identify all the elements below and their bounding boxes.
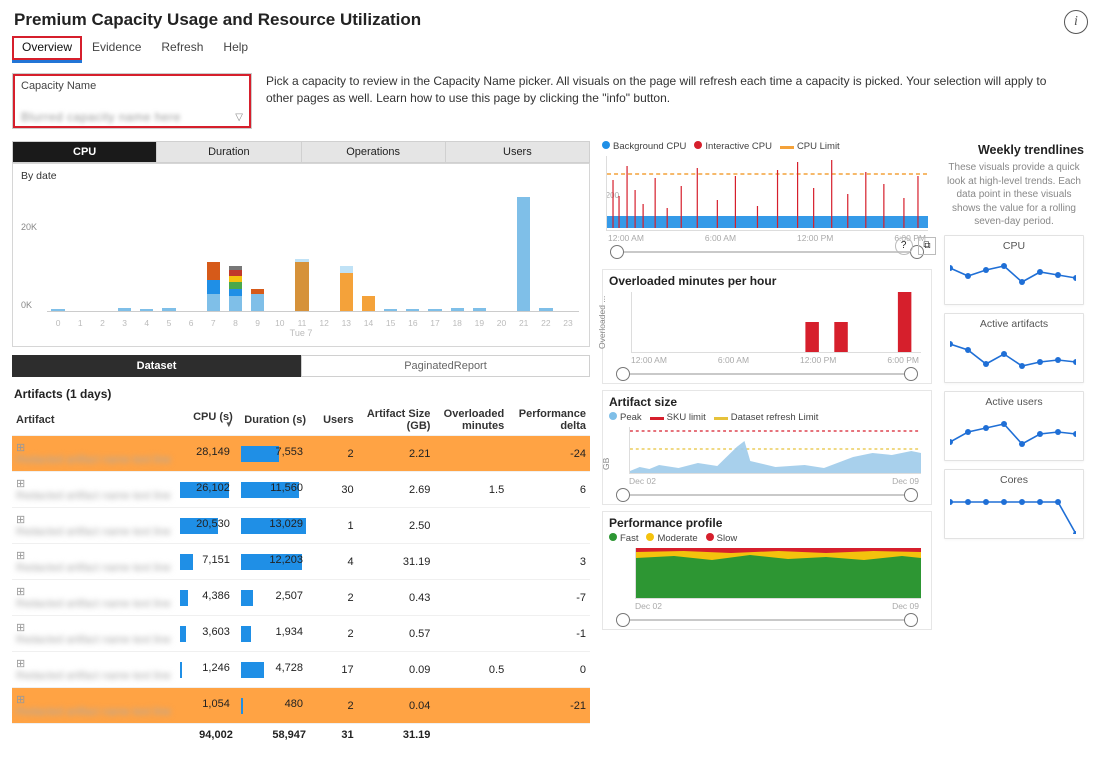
tab-refresh[interactable]: Refresh <box>151 36 213 63</box>
seg-users[interactable]: Users <box>446 142 589 162</box>
capacity-picker-label: Capacity Name <box>21 80 243 92</box>
expand-icon[interactable]: ⊞ <box>16 621 26 634</box>
table-row[interactable]: ⊞Redacted artifact name text line20,5301… <box>12 508 590 544</box>
page-title: Premium Capacity Usage and Resource Util… <box>14 10 1092 30</box>
trendlines-desc: These visuals provide a quick look at hi… <box>944 161 1084 229</box>
legend-item: Peak <box>609 412 642 423</box>
totals-size: 31.19 <box>358 724 435 747</box>
tab-overview[interactable]: Overview <box>12 36 82 63</box>
expand-icon[interactable]: ⊞ <box>16 549 26 562</box>
overloaded-chart: Overloaded minutes per hour Overloaded .… <box>602 269 932 384</box>
seg-dataset[interactable]: Dataset <box>12 355 301 377</box>
bydate-ytick-20k: 20K <box>21 222 37 232</box>
table-row[interactable]: ⊞Redacted artifact name text line1,05448… <box>12 688 590 724</box>
content-segmented-tabs: Dataset PaginatedReport <box>12 355 590 377</box>
seg-cpu[interactable]: CPU <box>13 142 157 162</box>
expand-icon[interactable]: ⊞ <box>16 585 26 598</box>
artifacts-table: Artifact CPU (s)▼ Duration (s) Users Art… <box>12 405 590 746</box>
help-icon[interactable]: ? <box>895 237 913 255</box>
th-cpu[interactable]: CPU (s)▼ <box>176 405 237 436</box>
info-icon[interactable]: i <box>1064 10 1088 34</box>
legend-item: Slow <box>706 533 738 544</box>
metric-segmented-tabs: CPU Duration Operations Users <box>12 141 590 163</box>
bydate-sublabel: Tue 7 <box>19 328 583 338</box>
totals-cpu: 94,002 <box>176 724 237 747</box>
bydate-title: By date <box>21 170 583 182</box>
totals-users: 31 <box>310 724 358 747</box>
table-row[interactable]: ⊞Redacted artifact name text line3,6031,… <box>12 616 590 652</box>
table-row[interactable]: ⊞Redacted artifact name text line1,2464,… <box>12 652 590 688</box>
perf-profile-slider[interactable] <box>611 613 923 627</box>
overloaded-ylabel: Overloaded ... <box>597 296 607 349</box>
seg-duration[interactable]: Duration <box>157 142 301 162</box>
tab-help[interactable]: Help <box>213 36 258 63</box>
picker-description: Pick a capacity to review in the Capacit… <box>266 73 1056 129</box>
seg-paginated[interactable]: PaginatedReport <box>301 355 590 377</box>
performance-profile-chart: Performance profile FastModerateSlow 100… <box>602 511 932 630</box>
expand-icon[interactable]: ⊞ <box>16 693 26 706</box>
tab-evidence[interactable]: Evidence <box>82 36 151 63</box>
th-duration[interactable]: Duration (s) <box>237 405 310 436</box>
th-perf[interactable]: Performance delta <box>508 405 590 436</box>
th-size[interactable]: Artifact Size (GB) <box>358 405 435 436</box>
cpu-ts-chart[interactable]: 200 <box>606 156 928 231</box>
th-users[interactable]: Users <box>310 405 358 436</box>
artifact-size-chart: Artifact size Peak SKU limit Dataset refre… <box>602 390 932 505</box>
capacity-picker-value: Blurred capacity name here <box>21 110 181 124</box>
capacity-picker[interactable]: Capacity Name Blurred capacity name here… <box>12 73 252 129</box>
legend-item: Fast <box>609 533 638 544</box>
cpu-ts-legend: Background CPU Interactive CPU CPU Limit <box>602 141 932 152</box>
chevron-down-icon: ▽ <box>235 112 243 123</box>
trendlines-title: Weekly trendlines <box>944 143 1084 157</box>
sparkline-card[interactable]: Active artifacts <box>944 313 1084 383</box>
perf-title: Performance profile <box>609 516 925 530</box>
cpu-ts-slider[interactable]: ? ⧉ <box>604 245 930 259</box>
th-overloaded[interactable]: Overloaded minutes <box>434 405 508 436</box>
expand-icon[interactable]: ⊞ <box>16 477 26 490</box>
bydate-ytick-0k: 0K <box>21 300 32 310</box>
totals-dur: 58,947 <box>237 724 310 747</box>
legend-item: Interactive CPU <box>694 141 772 152</box>
th-artifact[interactable]: Artifact <box>12 405 176 436</box>
legend-item: SKU limit <box>650 412 706 423</box>
legend-item: CPU Limit <box>780 141 840 152</box>
overloaded-slider[interactable] <box>611 367 923 381</box>
legend-item: Background CPU <box>602 141 686 152</box>
artifacts-title: Artifacts (1 days) <box>14 387 590 401</box>
artifact-size-title: Artifact size <box>609 395 925 409</box>
sparkline-card[interactable]: CPU <box>944 235 1084 305</box>
sparkline-card[interactable]: Active users <box>944 391 1084 461</box>
expand-icon[interactable]: ⊞ <box>16 513 26 526</box>
seg-operations[interactable]: Operations <box>302 142 446 162</box>
table-row[interactable]: ⊞Redacted artifact name text line28,1497… <box>12 436 590 472</box>
expand-icon[interactable]: ⊞ <box>16 657 26 670</box>
copy-icon[interactable]: ⧉ <box>918 237 936 255</box>
overloaded-title: Overloaded minutes per hour <box>609 274 925 288</box>
artifact-size-ylabel: GB <box>601 458 611 470</box>
bydate-chart: By date 20K 0K 0123456789101112131415161… <box>12 163 590 347</box>
expand-icon[interactable]: ⊞ <box>16 441 26 454</box>
legend-item: Dataset refresh Limit <box>714 412 819 423</box>
table-row[interactable]: ⊞Redacted artifact name text line7,15112… <box>12 544 590 580</box>
artifact-size-slider[interactable] <box>611 488 923 502</box>
table-row[interactable]: ⊞Redacted artifact name text line4,3862,… <box>12 580 590 616</box>
sparkline-card[interactable]: Cores <box>944 469 1084 539</box>
nav-tabs: Overview Evidence Refresh Help <box>12 36 1092 63</box>
legend-item: Moderate <box>646 533 697 544</box>
table-row[interactable]: ⊞Redacted artifact name text line26,1021… <box>12 472 590 508</box>
cpu-ts-xticks: 12:00 AM6:00 AM12:00 PM6:00 PM <box>608 233 926 243</box>
